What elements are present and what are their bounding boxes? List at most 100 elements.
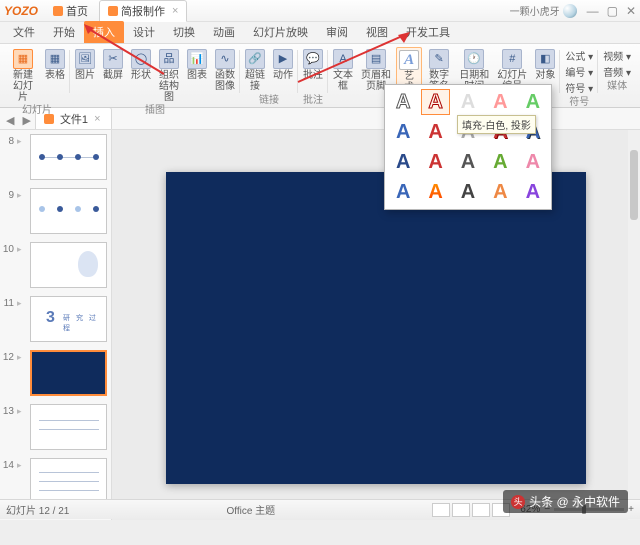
shapes-label: 形状: [131, 70, 151, 81]
textbox-button[interactable]: A文本框: [330, 47, 356, 94]
action-icon: ▶: [273, 49, 293, 69]
thumb-num: 10: [2, 242, 14, 255]
comment-button[interactable]: 💬批注: [300, 47, 326, 83]
slide-thumb-10[interactable]: 10▸: [0, 238, 111, 292]
table-button[interactable]: ▦表格: [42, 47, 68, 83]
title-bar: YOZO 首页 简报制作 × 一颗小虎牙 — ▢ ✕: [0, 0, 640, 22]
slide-thumb-11[interactable]: 11▸3研 究 过 程: [0, 292, 111, 346]
datetime-icon: 🕐: [464, 49, 484, 69]
home-tab-label: 首页: [66, 3, 88, 19]
wordart-style-2[interactable]: A: [421, 89, 449, 115]
minimize-button[interactable]: —: [587, 4, 599, 18]
wordart-style-3[interactable]: A: [454, 89, 482, 115]
expand-icon: ▸: [17, 404, 27, 417]
sorter-view-button[interactable]: [452, 503, 470, 517]
wordart-style-1[interactable]: A: [389, 89, 417, 115]
action-button[interactable]: ▶动作: [270, 47, 296, 83]
zoom-in-button[interactable]: +: [628, 504, 634, 515]
symbol-button[interactable]: 符号 ▾: [565, 80, 593, 95]
hyperlink-label: 超链接: [245, 70, 265, 92]
picture-label: 图片: [75, 70, 95, 81]
wordart-style-4[interactable]: A: [486, 89, 514, 115]
menu-home[interactable]: 开始: [44, 21, 84, 43]
group-label-illustrations: 插图: [145, 105, 165, 117]
thumb-num: 8: [2, 134, 14, 147]
shapes-icon: ◯: [131, 49, 151, 69]
slide-thumb-13[interactable]: 13▸: [0, 400, 111, 454]
wordart-style-18[interactable]: A: [454, 179, 482, 205]
reading-view-button[interactable]: [472, 503, 490, 517]
orgchart-button[interactable]: 品组织结构图: [156, 47, 182, 105]
slide-thumb-12[interactable]: 12▸: [0, 346, 111, 400]
expand-icon: ▸: [17, 242, 27, 255]
wordart-style-5[interactable]: A: [519, 89, 547, 115]
audio-button[interactable]: 音频 ▾: [603, 64, 631, 79]
screenshot-button[interactable]: ✂截屏: [100, 47, 126, 83]
wordart-style-14[interactable]: A: [486, 149, 514, 175]
avatar-icon: [563, 4, 577, 18]
ribbon-group-comments: 💬批注 批注: [298, 46, 328, 107]
menu-slideshow[interactable]: 幻灯片放映: [244, 21, 317, 43]
wordart-style-12[interactable]: A: [421, 149, 449, 175]
wordart-icon: A: [399, 50, 419, 70]
vertical-scrollbar[interactable]: [628, 130, 640, 520]
window-tabs: 首页 简报制作 ×: [44, 0, 187, 22]
headerfooter-icon: ▤: [366, 49, 386, 69]
user-name: 一颗小虎牙: [510, 3, 560, 18]
menu-design[interactable]: 设计: [124, 21, 164, 43]
ribbon-group-illustrations: 🖼图片 ✂截屏 ◯形状 品组织结构图 📊图表 ∿函数图像 插图: [70, 46, 240, 107]
wordart-style-17[interactable]: A: [421, 179, 449, 205]
wordart-style-7[interactable]: A: [421, 119, 449, 145]
thumb-text: 研 究 过 程: [63, 313, 106, 333]
menu-view[interactable]: 视图: [357, 21, 397, 43]
hyperlink-button[interactable]: 🔗超链接: [242, 47, 268, 94]
wordart-style-19[interactable]: A: [486, 179, 514, 205]
menu-review[interactable]: 审阅: [317, 21, 357, 43]
chart-icon: 📊: [187, 49, 207, 69]
file-tab-label: 文件1: [60, 111, 88, 127]
slide-thumb-9[interactable]: 9▸: [0, 184, 111, 238]
view-buttons: [432, 503, 510, 517]
wordart-style-15[interactable]: A: [519, 149, 547, 175]
thumb-num: 13: [2, 404, 14, 417]
current-slide[interactable]: [166, 172, 586, 484]
normal-view-button[interactable]: [432, 503, 450, 517]
home-tab[interactable]: 首页: [44, 0, 97, 22]
close-button[interactable]: ✕: [626, 4, 636, 18]
shapes-button[interactable]: ◯形状: [128, 47, 154, 83]
menu-transition[interactable]: 切换: [164, 21, 204, 43]
slide-thumb-8[interactable]: 8▸: [0, 130, 111, 184]
wordart-style-6[interactable]: A: [389, 119, 417, 145]
wordart-style-11[interactable]: A: [389, 149, 417, 175]
menu-animation[interactable]: 动画: [204, 21, 244, 43]
object-button[interactable]: ◧对象: [532, 47, 558, 83]
picture-button[interactable]: 🖼图片: [72, 47, 98, 83]
menu-devtools[interactable]: 开发工具: [397, 21, 459, 43]
equation-button[interactable]: 公式 ▾: [565, 48, 593, 63]
thumb-num: 14: [2, 458, 14, 471]
app-logo: YOZO: [4, 4, 38, 18]
doc-tab[interactable]: 简报制作 ×: [99, 0, 187, 22]
file-tab-close[interactable]: ×: [94, 113, 100, 125]
wordart-style-13[interactable]: A: [454, 149, 482, 175]
doc-tab-label: 简报制作: [121, 3, 165, 19]
wordart-style-20[interactable]: A: [519, 179, 547, 205]
number-button[interactable]: 编号 ▾: [565, 64, 593, 79]
wordart-style-16[interactable]: A: [389, 179, 417, 205]
new-slide-label: 新建 幻灯片: [9, 70, 37, 103]
function-button[interactable]: ∿函数图像: [212, 47, 238, 94]
video-button[interactable]: 视频 ▾: [603, 48, 631, 63]
chart-button[interactable]: 📊图表: [184, 47, 210, 83]
function-icon: ∿: [215, 49, 235, 69]
tab-nav-prev[interactable]: ◀: [2, 112, 18, 129]
user-label[interactable]: 一颗小虎牙: [510, 3, 577, 18]
function-label: 函数图像: [215, 70, 235, 92]
menu-insert[interactable]: 插入: [84, 21, 124, 43]
doc-tab-close[interactable]: ×: [172, 5, 178, 17]
hyperlink-icon: 🔗: [245, 49, 265, 69]
menu-file[interactable]: 文件: [4, 21, 44, 43]
expand-icon: ▸: [17, 350, 27, 363]
maximize-button[interactable]: ▢: [607, 4, 618, 18]
group-label-comments: 批注: [303, 95, 323, 107]
new-slide-button[interactable]: ▦新建 幻灯片: [6, 47, 40, 105]
